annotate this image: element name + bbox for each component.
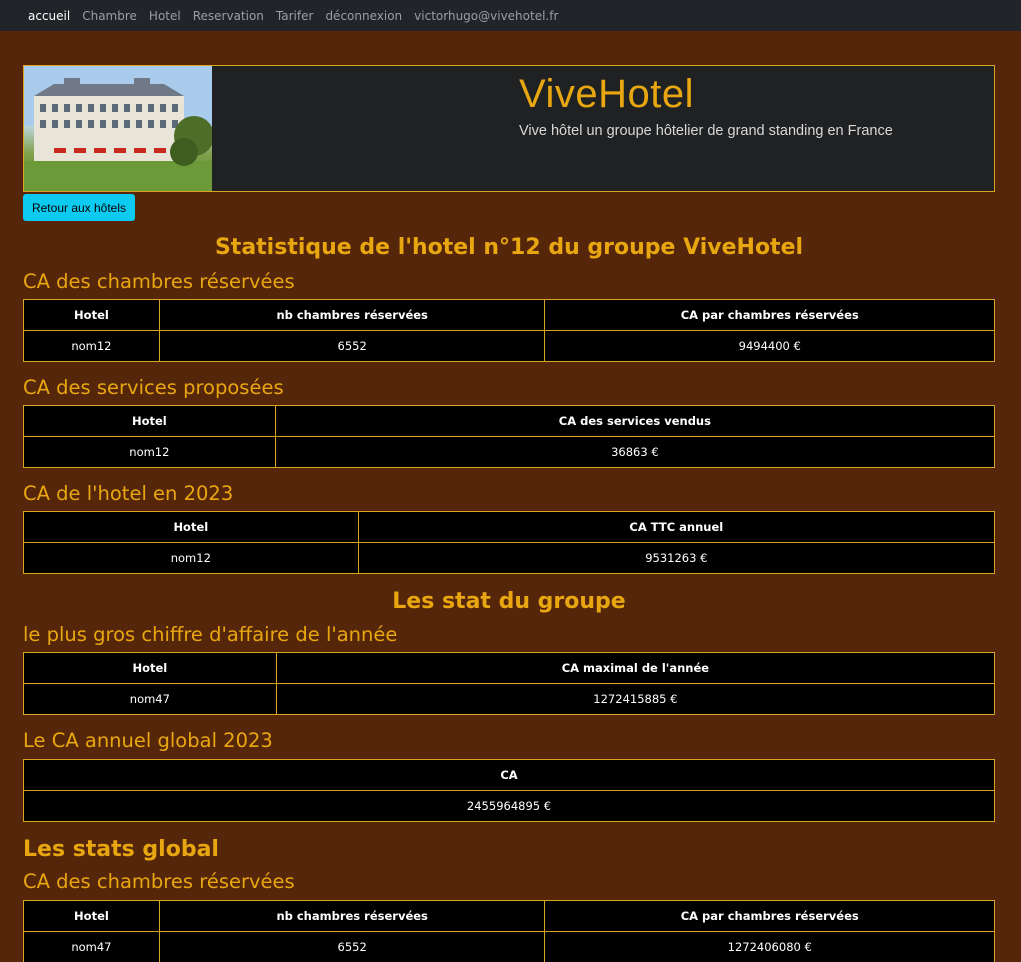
table-header-row: Hotel CA des services vendus — [23, 405, 996, 437]
table-cell: 1272415885 € — [275, 683, 996, 715]
table-cell: nom12 — [23, 330, 160, 362]
table-cell: 2455964895 € — [23, 790, 995, 822]
column-header: nb chambres réservées — [158, 299, 546, 331]
column-header: CA par chambres réservées — [544, 900, 995, 932]
max-revenue-table: Hotel CA maximal de l'année nom47 127241… — [23, 652, 996, 715]
table-cell: 36863 € — [274, 436, 996, 468]
table-cell: nom47 — [23, 931, 160, 962]
hero-text: ViveHotel Vive hôtel un groupe hôtelier … — [519, 72, 893, 139]
table-header-row: Hotel nb chambres réservées CA par chamb… — [23, 900, 995, 932]
column-header: Hotel — [23, 511, 359, 543]
table-header-row: Hotel CA TTC annuel — [23, 511, 996, 543]
nav-user-email[interactable]: victorhugo@vivehotel.fr — [414, 9, 558, 23]
max-revenue-heading: le plus gros chiffre d'affaire de l'anné… — [23, 623, 398, 646]
table-row: nom12 6552 9494400 € — [23, 330, 995, 362]
table-cell: 6552 — [158, 330, 546, 362]
table-cell: 9531263 € — [357, 542, 996, 574]
nav-link-reservation[interactable]: Reservation — [193, 9, 264, 23]
table-row: nom12 36863 € — [23, 436, 996, 468]
column-header: Hotel — [23, 652, 277, 684]
table-row: nom47 1272415885 € — [23, 683, 996, 715]
table-cell: 9494400 € — [544, 330, 995, 362]
nav-link-tarifer[interactable]: Tarifer — [276, 9, 314, 23]
nav-link-hotel[interactable]: Hotel — [149, 9, 181, 23]
services-revenue-heading: CA des services proposées — [23, 376, 284, 399]
hotel-photo — [24, 66, 212, 191]
rooms-revenue-heading: CA des chambres réservées — [23, 270, 295, 293]
back-to-hotels-button[interactable]: Retour aux hôtels — [23, 194, 135, 221]
hotel-stats-title: Statistique de l'hotel n°12 du groupe Vi… — [214, 235, 804, 260]
column-header: CA des services vendus — [274, 405, 996, 437]
table-cell: nom12 — [23, 436, 276, 468]
table-cell: 6552 — [158, 931, 546, 962]
table-header-row: Hotel nb chambres réservées CA par chamb… — [23, 299, 995, 331]
global-revenue-table: CA 2455964895 € — [23, 759, 995, 822]
hero-banner: ViveHotel Vive hôtel un groupe hôtelier … — [23, 65, 995, 192]
table-row: nom47 6552 1272406080 € — [23, 931, 995, 962]
nav-link-accueil[interactable]: accueil — [28, 9, 70, 23]
table-cell: nom12 — [23, 542, 359, 574]
column-header: CA — [23, 759, 995, 791]
column-header: CA par chambres réservées — [544, 299, 995, 331]
brand-title: ViveHotel — [519, 72, 694, 116]
nav-link-chambre[interactable]: Chambre — [82, 9, 137, 23]
brand-subtitle: Vive hôtel un groupe hôtelier de grand s… — [519, 123, 893, 139]
nav-link-deconnexion[interactable]: déconnexion — [325, 9, 402, 23]
global-revenue-heading: Le CA annuel global 2023 — [23, 729, 273, 752]
services-revenue-table: Hotel CA des services vendus nom12 36863… — [23, 405, 996, 468]
table-header-row: CA — [23, 759, 995, 791]
table-header-row: Hotel CA maximal de l'année — [23, 652, 996, 684]
navbar: accueil Chambre Hotel Reservation Tarife… — [0, 0, 1021, 31]
annual-revenue-table: Hotel CA TTC annuel nom12 9531263 € — [23, 511, 996, 574]
table-cell: 1272406080 € — [544, 931, 995, 962]
column-header: Hotel — [23, 405, 276, 437]
annual-revenue-heading: CA de l'hotel en 2023 — [23, 482, 234, 505]
column-header: Hotel — [23, 900, 160, 932]
table-row: nom12 9531263 € — [23, 542, 996, 574]
global-stats-title: Les stats global — [23, 837, 219, 862]
global-rooms-revenue-table: Hotel nb chambres réservées CA par chamb… — [23, 900, 995, 962]
column-header: nb chambres réservées — [158, 900, 546, 932]
group-stats-title: Les stat du groupe — [392, 589, 626, 614]
column-header: CA TTC annuel — [357, 511, 996, 543]
column-header: CA maximal de l'année — [275, 652, 996, 684]
table-row: 2455964895 € — [23, 790, 995, 822]
rooms-revenue-table: Hotel nb chambres réservées CA par chamb… — [23, 299, 995, 362]
global-rooms-revenue-heading: CA des chambres réservées — [23, 870, 295, 893]
table-cell: nom47 — [23, 683, 277, 715]
column-header: Hotel — [23, 299, 160, 331]
